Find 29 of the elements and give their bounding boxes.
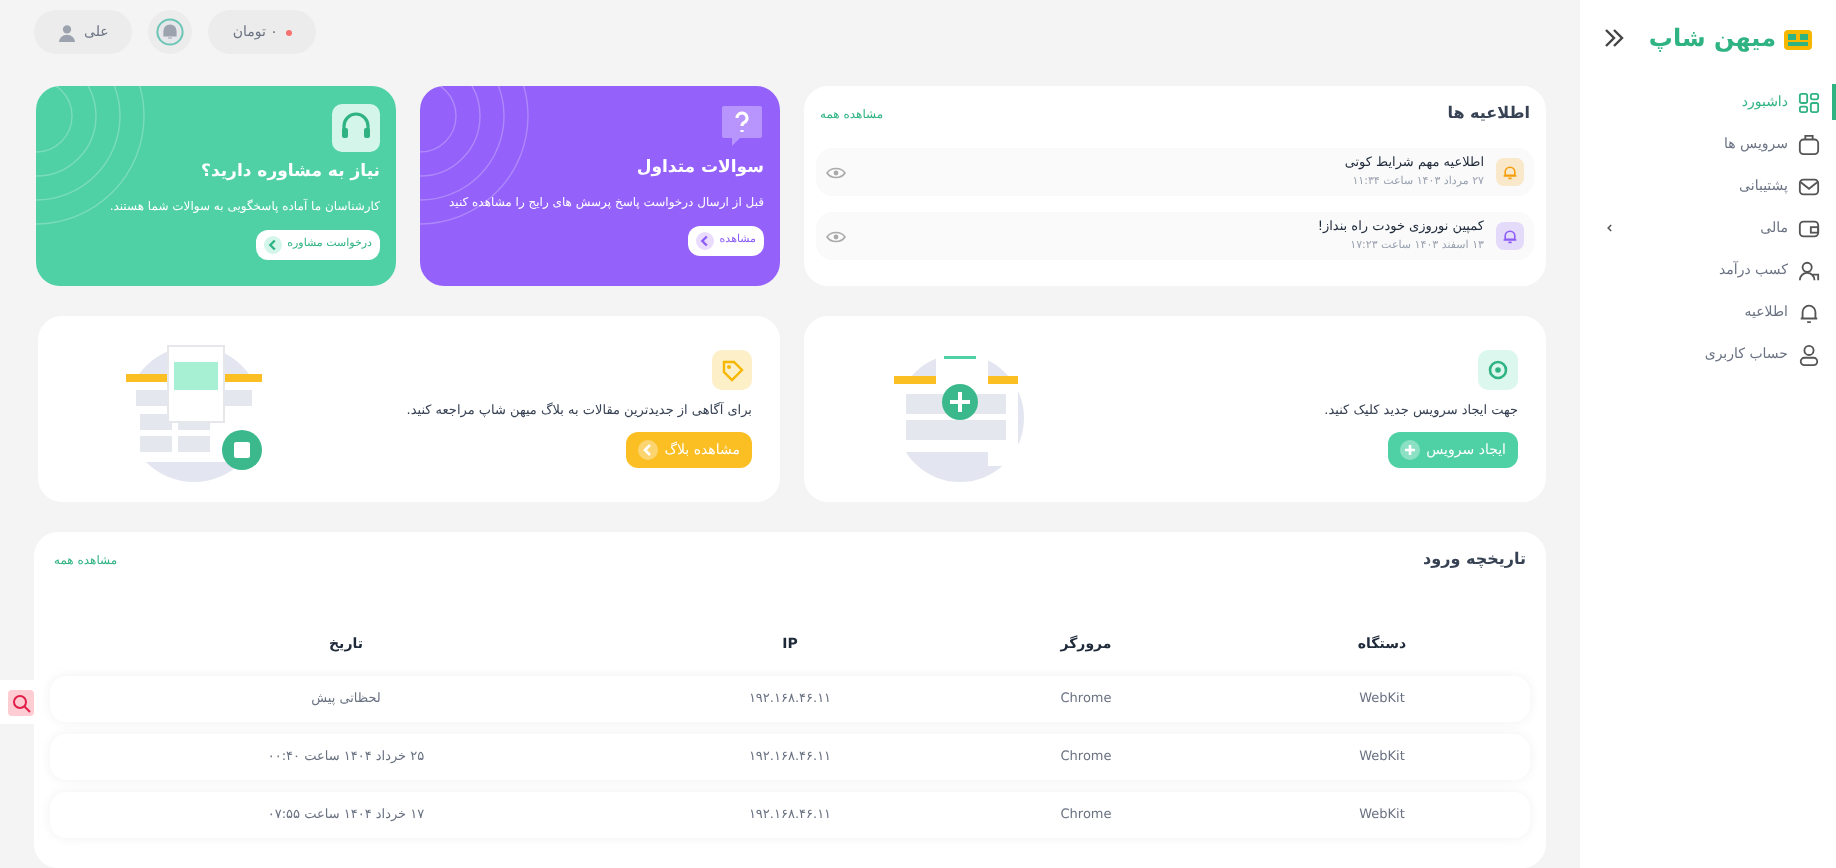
card-title: اطلاعیه ها (1447, 102, 1530, 126)
gear-icon (1478, 349, 1518, 390)
mail-icon (1798, 175, 1820, 197)
bell-icon (1798, 301, 1820, 323)
grid-icon (1798, 91, 1820, 113)
bell-icon (156, 18, 185, 46)
plus-icon (1400, 440, 1421, 461)
notification-button[interactable] (148, 10, 193, 54)
box-icon (1798, 133, 1820, 155)
wallet-icon (1798, 217, 1820, 239)
collapse-icon[interactable] (1604, 28, 1624, 48)
accessibility-button[interactable] (0, 680, 40, 724)
user-icon (58, 23, 76, 41)
headset-icon (332, 104, 380, 152)
logo-icon (1784, 26, 1812, 50)
eye-icon[interactable] (826, 229, 846, 243)
question-icon (720, 104, 764, 148)
eye-icon[interactable] (826, 165, 846, 179)
logo-text: میهن شاپ (1648, 22, 1776, 56)
search-icon (7, 689, 33, 715)
user-icon (1798, 343, 1820, 365)
arrow-icon (695, 231, 714, 250)
card-title: تاریخچه ورود (1423, 548, 1526, 572)
card-title: نیاز به مشاوره دارید؟ (201, 160, 380, 186)
card-title: سوالات متداول (636, 156, 764, 182)
rings-drawing (420, 86, 530, 226)
users-icon (1798, 259, 1820, 281)
tag-icon (712, 349, 752, 390)
rings-drawing (36, 86, 146, 226)
